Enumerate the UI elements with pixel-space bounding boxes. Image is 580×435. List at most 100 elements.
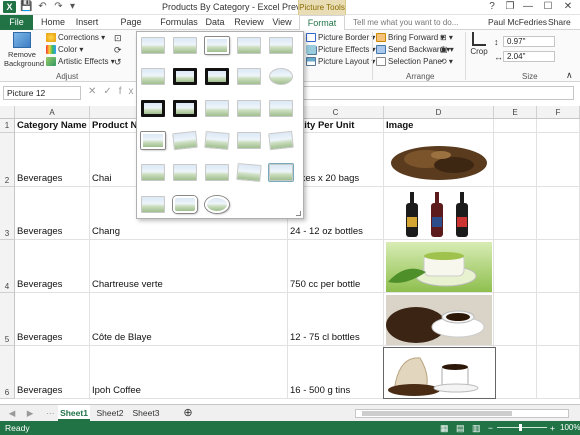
group-icon[interactable]: ▣ ▾ <box>440 45 454 55</box>
style-reflected-bevel-white[interactable] <box>141 196 165 213</box>
horizontal-scrollbar[interactable] <box>355 409 569 418</box>
selected-ipoh-coffee-image[interactable] <box>383 347 496 399</box>
style-rotated-white[interactable] <box>172 130 198 151</box>
close-icon[interactable]: ✕ <box>558 0 578 15</box>
compress-pictures-icon[interactable]: ⊡ <box>114 33 122 43</box>
tab-formulas[interactable]: Formulas <box>160 15 198 30</box>
cell-e5[interactable] <box>494 293 537 346</box>
style-rounded-diagonal-corner[interactable] <box>237 100 261 117</box>
height-field[interactable]: 0.97" <box>503 36 555 47</box>
width-field[interactable]: 2.04" <box>503 51 555 62</box>
maximize-icon[interactable]: ☐ <box>538 0 558 15</box>
cell-a5[interactable]: Beverages <box>15 293 90 346</box>
collapse-ribbon-icon[interactable]: ∧ <box>566 70 573 80</box>
cell-f2[interactable] <box>537 133 580 187</box>
color-button[interactable]: Color ▾ <box>46 45 83 55</box>
scroll-sheets-right-icon[interactable]: ▶ <box>24 405 36 421</box>
selection-pane-button[interactable]: Selection Pane <box>376 57 442 67</box>
style-perspective-shadow[interactable] <box>204 130 230 151</box>
undo-icon[interactable]: ↶ <box>36 1 49 13</box>
style-moderate-frame-black[interactable] <box>173 100 197 117</box>
row-header[interactable]: 1 <box>0 119 15 133</box>
remove-background-button[interactable]: Remove Background <box>4 32 44 68</box>
tab-file[interactable]: File <box>0 15 33 30</box>
corrections-button[interactable]: Corrections ▾ <box>46 33 105 43</box>
picture-layout-button[interactable]: Picture Layout ▾ <box>306 57 375 67</box>
style-soft-edge-oval[interactable] <box>269 68 293 85</box>
save-icon[interactable]: 💾 <box>20 1 33 13</box>
cell-a1[interactable]: Category Name <box>15 119 90 133</box>
new-sheet-button[interactable]: ⊕ <box>180 405 196 421</box>
change-picture-icon[interactable]: ⟳ <box>114 45 122 55</box>
style-metal-frame[interactable] <box>205 37 229 54</box>
normal-view-icon[interactable]: ▦ <box>440 421 449 435</box>
tab-insert[interactable]: Insert <box>72 15 102 30</box>
style-simple-frame-black[interactable] <box>237 68 261 85</box>
cell-a3[interactable]: Beverages <box>15 187 90 240</box>
crop-button[interactable]: Crop <box>468 32 490 57</box>
cell-f4[interactable] <box>537 240 580 293</box>
cell-b6[interactable]: Ipoh Coffee <box>90 346 288 399</box>
picture-effects-button[interactable]: Picture Effects ▾ <box>306 45 376 55</box>
cell-c4[interactable]: 750 cc per bottle <box>288 240 384 293</box>
style-bevel-perspective[interactable] <box>141 164 165 181</box>
page-break-view-icon[interactable]: ▥ <box>472 421 481 435</box>
page-layout-view-icon[interactable]: ▤ <box>456 421 465 435</box>
user-name[interactable]: Paul McFedries <box>488 15 547 30</box>
cell-e4[interactable] <box>494 240 537 293</box>
style-compound-frame-black[interactable] <box>141 100 165 117</box>
cell-a2[interactable]: Beverages <box>15 133 90 187</box>
style-thick-matte-black[interactable] <box>205 68 229 85</box>
cell-b5[interactable]: Côte de Blaye <box>90 293 288 346</box>
column-header-f[interactable]: F <box>537 106 580 119</box>
cell-d1[interactable]: Image <box>384 119 494 133</box>
reset-picture-icon[interactable]: ↺ <box>114 57 122 67</box>
row-header[interactable]: 6 <box>0 346 15 399</box>
minimize-icon[interactable]: — <box>518 0 538 15</box>
artistic-effects-button[interactable]: Artistic Effects ▾ <box>46 57 115 67</box>
tab-sheet1[interactable]: Sheet1 <box>58 405 90 421</box>
cell-f3[interactable] <box>537 187 580 240</box>
cell-c6[interactable]: 16 - 500 g tins <box>288 346 384 399</box>
select-all-corner[interactable] <box>0 106 15 119</box>
tab-sheet2[interactable]: Sheet2 <box>94 405 126 421</box>
style-bevel-rectangle[interactable] <box>268 163 294 182</box>
help-icon[interactable]: ? <box>482 0 502 15</box>
tab-format[interactable]: Format <box>299 15 345 31</box>
zoom-slider[interactable] <box>497 424 547 431</box>
tab-data[interactable]: Data <box>202 15 228 30</box>
tab-sheet3[interactable]: Sheet3 <box>130 405 162 421</box>
cell-a4[interactable]: Beverages <box>15 240 90 293</box>
tab-view[interactable]: View <box>269 15 295 30</box>
scroll-sheets-left-icon[interactable]: ◀ <box>6 405 18 421</box>
style-reflected-rounded[interactable] <box>269 37 293 54</box>
row-header[interactable]: 4 <box>0 240 15 293</box>
style-relaxed-perspective[interactable] <box>237 132 261 149</box>
zoom-out-icon[interactable]: − <box>488 421 493 435</box>
cell-f1[interactable] <box>537 119 580 133</box>
cell-a6[interactable]: Beverages <box>15 346 90 399</box>
wine-bottles-image[interactable] <box>386 189 492 239</box>
style-moderate-frame-white[interactable] <box>141 132 165 149</box>
style-metal-rounded-rectangle[interactable] <box>173 196 197 213</box>
style-metal-rounded[interactable] <box>205 164 229 181</box>
bring-forward-button[interactable]: Bring Forward ▾ <box>376 33 445 43</box>
style-center-shadow-rectangle[interactable] <box>205 100 229 117</box>
column-header-a[interactable]: A <box>15 106 90 119</box>
align-icon[interactable]: ⊟ ▾ <box>440 33 453 43</box>
picture-styles-gallery[interactable] <box>136 31 304 219</box>
redo-icon[interactable]: ↷ <box>52 1 65 13</box>
style-double-frame-black[interactable] <box>173 68 197 85</box>
style-drop-shadow-rectangle[interactable] <box>237 37 261 54</box>
row-header[interactable]: 3 <box>0 187 15 240</box>
formula-icons[interactable]: ✕✓fx <box>88 86 141 97</box>
column-header-d[interactable]: D <box>384 106 494 119</box>
row-header[interactable]: 2 <box>0 133 15 187</box>
zoom-level[interactable]: 100% <box>560 421 580 435</box>
tea-leaves-image[interactable] <box>386 135 492 185</box>
cell-c5[interactable]: 12 - 75 cl bottles <box>288 293 384 346</box>
coffee-beans-cup-image[interactable] <box>386 295 492 345</box>
style-metal-oval[interactable] <box>205 196 229 213</box>
picture-border-button[interactable]: Picture Border ▾ <box>306 33 375 43</box>
customize-qat-icon[interactable]: ▾ <box>66 1 79 13</box>
